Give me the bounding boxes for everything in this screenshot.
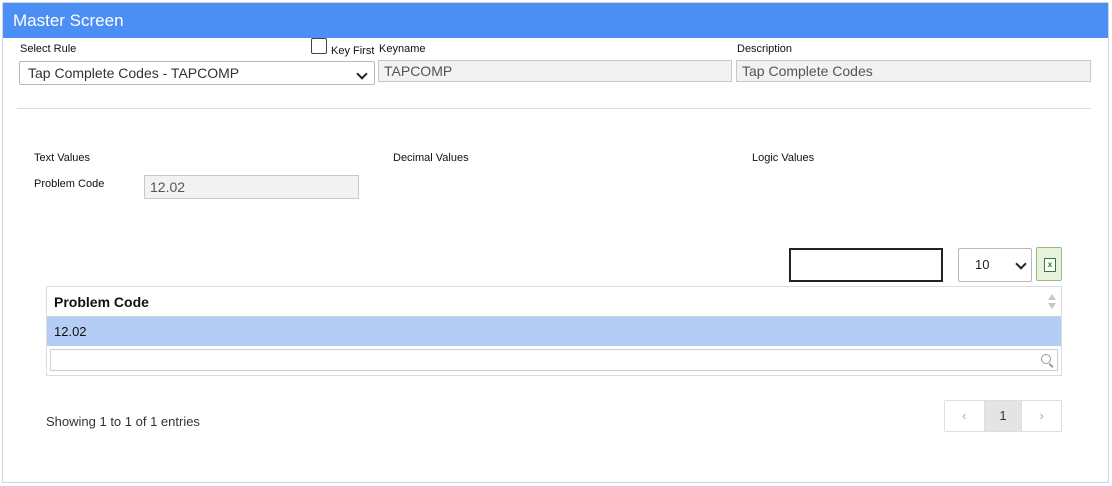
key-first-label: Key First bbox=[331, 45, 375, 57]
rule-select-value: Tap Complete Codes - TAPCOMP bbox=[28, 65, 240, 81]
pagination-page-1[interactable]: 1 bbox=[983, 401, 1023, 431]
pagination-next[interactable]: › bbox=[1022, 401, 1061, 431]
rule-select[interactable]: Tap Complete Codes - TAPCOMP bbox=[19, 61, 375, 85]
search-icon bbox=[1041, 354, 1051, 364]
key-first-checkbox[interactable] bbox=[311, 38, 327, 54]
column-filter-input[interactable] bbox=[50, 349, 1058, 371]
table-row[interactable]: 12.02 bbox=[47, 317, 1061, 346]
logic-values-heading: Logic Values bbox=[752, 152, 815, 164]
description-field[interactable]: Tap Complete Codes bbox=[736, 60, 1091, 82]
problem-code-table: Problem Code 12.02 bbox=[46, 286, 1062, 376]
chevron-down-icon bbox=[356, 68, 368, 80]
page-size-select[interactable]: 10 bbox=[958, 248, 1032, 282]
page-size-value: 10 bbox=[975, 257, 990, 272]
text-values-heading: Text Values bbox=[34, 152, 91, 164]
pagination: ‹ 1 › bbox=[944, 400, 1062, 432]
chevron-down-icon bbox=[1015, 258, 1027, 270]
export-excel-button[interactable]: x bbox=[1036, 247, 1062, 281]
column-header-problem-code[interactable]: Problem Code bbox=[47, 287, 1061, 317]
sort-icon[interactable] bbox=[1048, 294, 1056, 310]
keyname-label: Keyname bbox=[379, 43, 426, 55]
column-header-label: Problem Code bbox=[54, 294, 149, 310]
table-info: Showing 1 to 1 of 1 entries bbox=[46, 414, 200, 429]
problem-code-field[interactable]: 12.02 bbox=[144, 175, 359, 199]
section-divider bbox=[17, 108, 1091, 109]
window-title: Master Screen bbox=[3, 3, 1108, 38]
pagination-prev[interactable]: ‹ bbox=[945, 401, 984, 431]
keyname-field[interactable]: TAPCOMP bbox=[378, 60, 732, 82]
decimal-values-heading: Decimal Values bbox=[393, 152, 469, 164]
description-label: Description bbox=[737, 43, 793, 55]
problem-code-label: Problem Code bbox=[34, 178, 105, 190]
excel-icon: x bbox=[1044, 258, 1056, 272]
select-rule-label: Select Rule bbox=[20, 43, 77, 55]
table-search-input[interactable] bbox=[789, 248, 943, 282]
table-cell: 12.02 bbox=[54, 324, 87, 339]
